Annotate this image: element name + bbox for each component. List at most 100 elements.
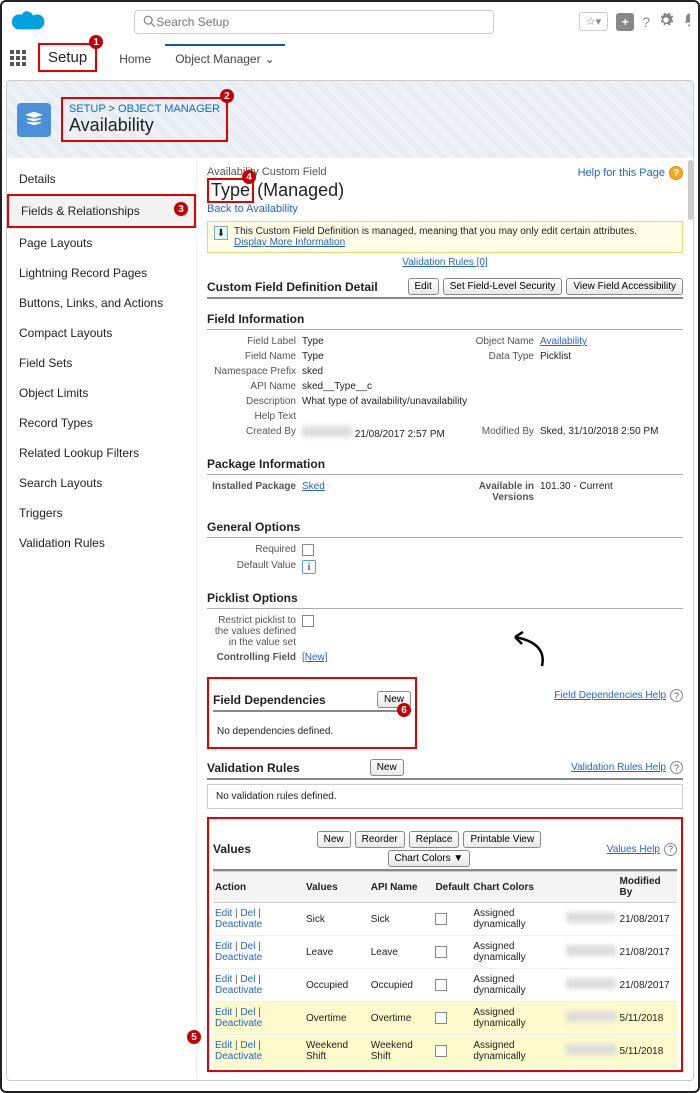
row-del[interactable]: Del — [240, 974, 255, 985]
col-header: API Name — [369, 872, 434, 903]
setup-label[interactable]: Setup 1 — [38, 43, 97, 72]
row-deactivate[interactable]: Deactivate — [215, 985, 262, 996]
sidebar-item-triggers[interactable]: Triggers — [7, 498, 196, 528]
values-replace-btn[interactable]: Replace — [409, 831, 460, 848]
chart-colors-btn[interactable]: Chart Colors ▼ — [388, 850, 471, 867]
sidebar-item-record-types[interactable]: Record Types — [7, 408, 196, 438]
callout-5: 5 — [187, 1030, 201, 1044]
valr-new-button[interactable]: New — [370, 759, 404, 776]
favorites-dropdown[interactable]: ☆▾ — [579, 12, 608, 31]
sidebar-item-buttons-links-and-actions[interactable]: Buttons, Links, and Actions — [7, 288, 196, 318]
row-value: Weekend Shift — [304, 1035, 369, 1068]
row-modified: 21/08/2017 — [618, 936, 677, 969]
col-header: Default — [433, 872, 471, 903]
row-deactivate[interactable]: Deactivate — [215, 952, 262, 963]
sidebar-item-object-limits[interactable]: Object Limits — [7, 378, 196, 408]
row-del[interactable]: Del — [240, 1040, 255, 1051]
row-edit[interactable]: Edit — [215, 908, 232, 919]
row-chartcolor: Assigned dynamically — [471, 1002, 563, 1035]
restrict-checkbox — [302, 615, 314, 627]
valr-help-link[interactable]: Validation Rules Help — [571, 762, 666, 773]
col-header — [564, 872, 618, 903]
row-value: Occupied — [304, 969, 369, 1002]
notification-icon[interactable] — [682, 12, 690, 31]
row-default-checkbox — [435, 913, 447, 925]
row-del[interactable]: Del — [240, 941, 255, 952]
row-default-checkbox — [435, 946, 447, 958]
row-edit[interactable]: Edit — [215, 1007, 232, 1018]
page-title: Availability — [69, 115, 220, 136]
values-new-btn[interactable]: New — [317, 831, 351, 848]
download-icon: ⬇ — [214, 226, 228, 240]
row-api: Leave — [369, 936, 434, 969]
setup-text: Setup — [48, 49, 87, 66]
main-content: Help for this Page? Availability Custom … — [197, 158, 693, 1080]
sidebar-item-compact-layouts[interactable]: Compact Layouts — [7, 318, 196, 348]
row-api: Weekend Shift — [369, 1035, 434, 1068]
sidebar-item-lightning-record-pages[interactable]: Lightning Record Pages — [7, 258, 196, 288]
object-name-link[interactable]: Availability — [540, 336, 587, 347]
pkg-link[interactable]: Sked — [302, 481, 325, 492]
set-fls-button[interactable]: Set Field-Level Security — [443, 278, 563, 295]
row-edit[interactable]: Edit — [215, 974, 232, 985]
row-del[interactable]: Del — [240, 908, 255, 919]
tab-object-manager[interactable]: Object Manager ⌄ — [165, 44, 284, 72]
app-launcher-icon[interactable] — [10, 50, 26, 66]
view-accessibility-button[interactable]: View Field Accessibility — [566, 278, 683, 295]
validation-rules-anchor[interactable]: Validation Rules [0] — [207, 257, 683, 268]
row-deactivate[interactable]: Deactivate — [215, 1051, 262, 1062]
table-row: Edit | Del | DeactivateOvertimeOvertimeA… — [213, 1002, 677, 1035]
field-info-title: Field Information — [207, 309, 683, 330]
help-icon[interactable]: ? — [642, 14, 650, 30]
row-chartcolor: Assigned dynamically — [471, 1035, 563, 1068]
valr-title: Validation Rules — [207, 761, 300, 775]
global-search[interactable] — [134, 10, 494, 34]
tab-om-label: Object Manager — [175, 52, 260, 66]
row-deactivate[interactable]: Deactivate — [215, 1018, 262, 1029]
add-icon[interactable]: + — [616, 13, 634, 31]
help-for-page[interactable]: Help for this Page? — [578, 166, 683, 180]
values-help-link[interactable]: Values Help — [607, 844, 660, 855]
sidebar-item-related-lookup-filters[interactable]: Related Lookup Filters — [7, 438, 196, 468]
values-reorder-btn[interactable]: Reorder — [355, 831, 405, 848]
cloud-logo-icon — [10, 6, 50, 37]
sidebar-item-field-sets[interactable]: Field Sets — [7, 348, 196, 378]
breadcrumb[interactable]: SETUP > OBJECT MANAGER — [69, 103, 220, 115]
tab-home[interactable]: Home — [109, 44, 161, 72]
values-table: ActionValuesAPI NameDefaultChart ColorsM… — [213, 871, 677, 1068]
values-print-btn[interactable]: Printable View — [463, 831, 541, 848]
row-deactivate[interactable]: Deactivate — [215, 919, 262, 930]
sidebar-item-validation-rules[interactable]: Validation Rules — [7, 528, 196, 558]
dep-help-link[interactable]: Field Dependencies Help — [554, 690, 666, 701]
row-edit[interactable]: Edit — [215, 1040, 232, 1051]
sidebar-item-page-layouts[interactable]: Page Layouts — [7, 228, 196, 258]
row-api: Sick — [369, 903, 434, 936]
row-default-checkbox — [435, 1012, 447, 1024]
dep-title: Field Dependencies — [213, 693, 326, 707]
managed-label: (Managed) — [257, 180, 344, 200]
row-del[interactable]: Del — [240, 1007, 255, 1018]
values-section: 5 Values New Reorder Replace Printable V… — [207, 817, 683, 1072]
row-edit[interactable]: Edit — [215, 941, 232, 952]
row-modified: 5/11/2018 — [618, 1035, 677, 1068]
col-header: Values — [304, 872, 369, 903]
values-title: Values — [213, 842, 251, 856]
callout-6: 6 — [397, 703, 411, 717]
search-input[interactable] — [156, 15, 485, 29]
detail-buttons: Edit Set Field-Level Security View Field… — [408, 278, 683, 295]
gear-icon[interactable] — [658, 12, 674, 31]
sidebar-item-fields-relationships[interactable]: Fields & Relationships3 — [7, 194, 196, 228]
row-chartcolor: Assigned dynamically — [471, 969, 563, 1002]
scrollbar[interactable] — [688, 158, 693, 1080]
callout-1: 1 — [89, 35, 103, 49]
sidebar-item-search-layouts[interactable]: Search Layouts — [7, 468, 196, 498]
edit-button[interactable]: Edit — [408, 278, 439, 295]
gen-title: General Options — [207, 517, 683, 538]
info-icon[interactable]: i — [302, 560, 316, 574]
controlling-new-link[interactable]: [New] — [302, 652, 328, 663]
row-value: Leave — [304, 936, 369, 969]
sidebar-item-details[interactable]: Details — [7, 164, 196, 194]
back-link[interactable]: Back to Availability — [207, 203, 298, 215]
display-more-link[interactable]: Display More Information — [234, 237, 345, 248]
search-icon — [143, 15, 156, 28]
